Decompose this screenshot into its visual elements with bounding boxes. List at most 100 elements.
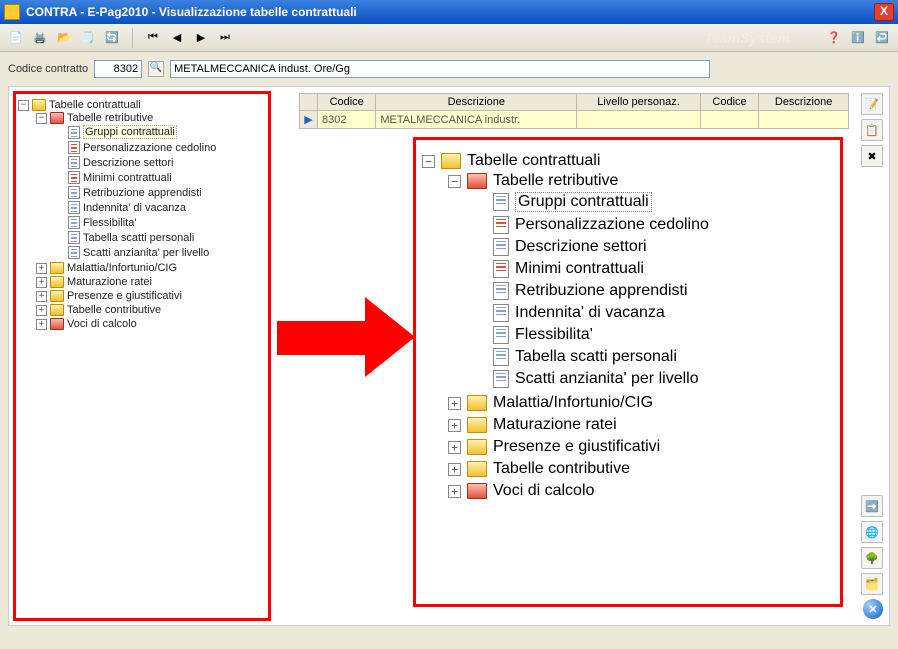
- expander-icon[interactable]: −: [448, 175, 461, 188]
- tree-item[interactable]: Indennita' di vacanza: [54, 201, 266, 214]
- grid-cell-livello[interactable]: [577, 111, 701, 129]
- tree-item[interactable]: Descrizione settori: [474, 238, 834, 256]
- nav-last-icon[interactable]: ⏭: [215, 28, 235, 48]
- enlarged-tree[interactable]: − Tabelle contrattuali − Tabelle retribu…: [422, 150, 834, 504]
- tree-node[interactable]: + Maturazione ratei: [448, 416, 834, 434]
- tree-item[interactable]: Retribuzione apprendisti: [54, 186, 266, 199]
- grid-row[interactable]: ▶ 8302 METALMECCANICA industr.: [300, 111, 849, 129]
- tree-item[interactable]: Descrizione settori: [54, 156, 266, 169]
- tree-item[interactable]: Flessibilita': [474, 326, 834, 344]
- tree-root[interactable]: − Tabelle contrattuali: [18, 99, 266, 111]
- tree-node[interactable]: + Presenze e giustificativi: [36, 290, 266, 302]
- tree-item-label: Flessibilita': [83, 217, 136, 229]
- expander-icon[interactable]: +: [448, 419, 461, 432]
- tree-node-label: Presenze e giustificativi: [493, 438, 660, 456]
- close-button[interactable]: X: [874, 3, 894, 21]
- tool-tree-icon[interactable]: 🌳: [861, 547, 883, 569]
- expander-icon[interactable]: +: [36, 305, 47, 316]
- tree-item[interactable]: Scatti anzianita' per livello: [474, 370, 834, 388]
- tree-item[interactable]: Retribuzione apprendisti: [474, 282, 834, 300]
- expander-icon[interactable]: +: [36, 263, 47, 274]
- folder-icon: [50, 262, 64, 274]
- tree-node-label: Maturazione ratei: [67, 276, 152, 288]
- tree-item[interactable]: Personalizzazione cedolino: [54, 141, 266, 154]
- enlarged-tree-panel: − Tabelle contrattuali − Tabelle retribu…: [413, 137, 843, 607]
- grid-col-codice[interactable]: Codice: [318, 94, 376, 111]
- nav-prev-icon[interactable]: ◀: [167, 28, 187, 48]
- expander-icon[interactable]: +: [36, 291, 47, 302]
- grid-col-codice2[interactable]: Codice: [700, 94, 758, 111]
- expander-icon[interactable]: +: [36, 277, 47, 288]
- help-icon[interactable]: ❓: [824, 28, 844, 48]
- expander-icon[interactable]: −: [36, 113, 47, 124]
- tree-node-label: Tabelle retributive: [493, 172, 618, 190]
- grid-col-descrizione[interactable]: Descrizione: [376, 94, 577, 111]
- tree-item[interactable]: Tabella scatti personali: [474, 348, 834, 366]
- main-toolbar: 📄 🖨️ 📂 🗒️ 🔄 ⏮ ◀ ▶ ⏭ TeamSystem ❓ ℹ️ ↩️: [0, 24, 898, 52]
- open-folder-icon[interactable]: 📂: [54, 28, 74, 48]
- expander-icon[interactable]: +: [448, 463, 461, 476]
- tree-node[interactable]: + Malattia/Infortunio/CIG: [448, 394, 834, 412]
- tree-node-label: Presenze e giustificativi: [67, 290, 182, 302]
- folder-icon: [50, 276, 64, 288]
- tree-node[interactable]: + Presenze e giustificativi: [448, 438, 834, 456]
- tool-card-icon[interactable]: 🗂️: [861, 573, 883, 595]
- expander-icon[interactable]: +: [448, 397, 461, 410]
- lookup-button[interactable]: 🔍: [148, 61, 164, 77]
- tree-node-retributive[interactable]: − Tabelle retributive: [448, 172, 834, 190]
- expander-icon[interactable]: +: [448, 441, 461, 454]
- folder-icon: [50, 318, 64, 330]
- tree-root-label: Tabelle contrattuali: [49, 99, 141, 111]
- expander-icon[interactable]: +: [36, 319, 47, 330]
- refresh-icon[interactable]: 🔄: [102, 28, 122, 48]
- tree-node[interactable]: +Tabelle contributive: [448, 460, 834, 478]
- tool-export-icon[interactable]: ➡️: [861, 495, 883, 517]
- tool-edit-icon[interactable]: 📝: [861, 93, 883, 115]
- tool-delete-icon[interactable]: ✖: [861, 145, 883, 167]
- doc-icon: [493, 304, 509, 322]
- tree-root[interactable]: − Tabelle contrattuali: [422, 152, 834, 170]
- tree-node[interactable]: +Voci di calcolo: [448, 482, 834, 500]
- tree-item[interactable]: Gruppi contrattuali: [54, 125, 266, 139]
- print-icon[interactable]: 🖨️: [30, 28, 50, 48]
- print-preview-icon[interactable]: 🗒️: [78, 28, 98, 48]
- doc-icon: [68, 126, 80, 139]
- nav-first-icon[interactable]: ⏮: [143, 28, 163, 48]
- grid-col-descrizione2[interactable]: Descrizione: [759, 94, 849, 111]
- expander-icon[interactable]: −: [422, 155, 435, 168]
- info-icon[interactable]: ℹ️: [848, 28, 868, 48]
- tool-copy-icon[interactable]: 📋: [861, 119, 883, 141]
- tree-node-label: Malattia/Infortunio/CIG: [493, 394, 653, 412]
- tree-item[interactable]: Minimi contrattuali: [474, 260, 834, 278]
- contract-desc-input[interactable]: [170, 60, 710, 78]
- app-icon: [4, 4, 20, 20]
- grid-cell-descrizione2[interactable]: [759, 111, 849, 129]
- tree-item[interactable]: Tabella scatti personali: [54, 231, 266, 244]
- expander-icon[interactable]: −: [18, 100, 29, 111]
- nav-tree[interactable]: − Tabelle contrattuali − Tabelle retribu…: [18, 98, 266, 332]
- tree-node[interactable]: +Malattia/Infortunio/CIG: [36, 262, 266, 274]
- tree-node[interactable]: +Tabelle contributive: [36, 304, 266, 316]
- grid-cell-descrizione[interactable]: METALMECCANICA industr.: [376, 111, 577, 129]
- tree-item[interactable]: Gruppi contrattuali: [474, 192, 834, 212]
- tree-item[interactable]: Personalizzazione cedolino: [474, 216, 834, 234]
- tree-node-label: Maturazione ratei: [493, 416, 617, 434]
- grid-col-livello[interactable]: Livello personaz.: [577, 94, 701, 111]
- tree-item[interactable]: Indennita' di vacanza: [474, 304, 834, 322]
- contract-code-input[interactable]: [94, 60, 142, 78]
- grid-cell-codice2[interactable]: [700, 111, 758, 129]
- grid-cell-codice[interactable]: 8302: [318, 111, 376, 129]
- exit-icon[interactable]: ↩️: [872, 28, 892, 48]
- tree-item[interactable]: Scatti anzianita' per livello: [54, 246, 266, 259]
- tool-network-icon[interactable]: 🌐: [861, 521, 883, 543]
- expander-icon[interactable]: +: [448, 485, 461, 498]
- info-button[interactable]: ✕: [863, 599, 883, 619]
- new-doc-icon[interactable]: 📄: [6, 28, 26, 48]
- tree-item[interactable]: Flessibilita': [54, 216, 266, 229]
- tree-item[interactable]: Minimi contrattuali: [54, 171, 266, 184]
- tree-node-retributive[interactable]: − Tabelle retributive: [36, 112, 266, 124]
- nav-next-icon[interactable]: ▶: [191, 28, 211, 48]
- tree-node[interactable]: + Maturazione ratei: [36, 276, 266, 288]
- tree-node[interactable]: +Voci di calcolo: [36, 318, 266, 330]
- doc-icon: [68, 201, 80, 214]
